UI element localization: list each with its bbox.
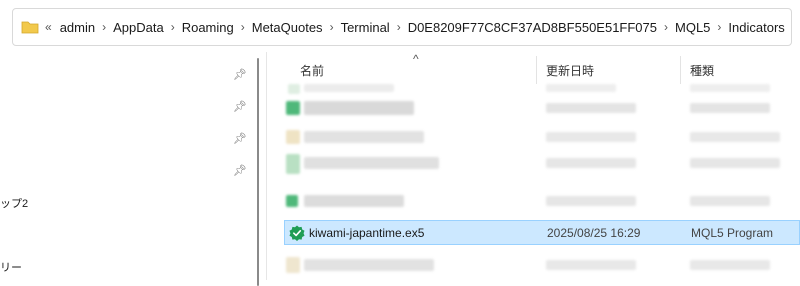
breadcrumb-terminal[interactable]: Terminal › (341, 20, 408, 35)
breadcrumb-separator-icon: › (396, 20, 401, 34)
breadcrumb-roaming[interactable]: Roaming › (182, 20, 252, 35)
navigation-pane: 📌︎ 📌︎ 📌︎ 📌︎ ップ2 リー (0, 52, 268, 280)
nav-item-label[interactable]: リー (0, 259, 22, 275)
pane-divider[interactable] (266, 52, 267, 280)
breadcrumb-appdata[interactable]: AppData › (113, 20, 182, 35)
nav-scrollbar[interactable] (257, 58, 259, 286)
verified-shield-icon (289, 225, 305, 241)
overflow-crumb-button[interactable]: « (45, 20, 52, 34)
column-header-name[interactable]: 名前 (300, 62, 324, 79)
selected-file-row[interactable]: kiwami-japantime.ex5 2025/08/25 16:29 MQ… (284, 220, 800, 245)
folder-icon (21, 21, 39, 34)
breadcrumb-separator-icon: › (329, 20, 334, 34)
breadcrumb-indicators[interactable]: Indicators (728, 20, 784, 35)
file-name: kiwami-japantime.ex5 (309, 226, 425, 240)
breadcrumb-separator-icon: › (664, 20, 668, 34)
pin-icon[interactable]: 📌︎ (233, 164, 247, 177)
file-type: MQL5 Program (691, 226, 774, 240)
breadcrumb-terminal-id[interactable]: D0E8209F77C8CF37AD8BF550E51FF075 › (408, 20, 675, 35)
file-list: ^ 名前 更新日時 種類 kiwami-japantime.ex5 2025/0… (268, 52, 800, 280)
breadcrumb-separator-icon: › (170, 20, 175, 34)
address-bar[interactable]: « admin › AppData › Roaming › MetaQuotes › T… (12, 8, 792, 46)
pin-icon[interactable]: 📌︎ (233, 132, 247, 145)
column-divider[interactable] (680, 56, 681, 84)
breadcrumb-separator-icon: › (102, 20, 107, 34)
nav-item-label[interactable]: ップ2 (0, 195, 28, 211)
sort-ascending-icon[interactable]: ^ (413, 52, 419, 66)
breadcrumb-admin[interactable]: admin › (60, 20, 113, 35)
pin-icon[interactable]: 📌︎ (233, 68, 247, 81)
column-header-date[interactable]: 更新日時 (546, 62, 594, 79)
breadcrumb-separator-icon: › (240, 20, 245, 34)
pin-icon[interactable]: 📌︎ (233, 100, 247, 113)
file-modified-date: 2025/08/25 16:29 (547, 226, 641, 240)
breadcrumb-mql5[interactable]: MQL5 › (675, 20, 728, 35)
breadcrumb-metaquotes[interactable]: MetaQuotes › (252, 20, 341, 35)
breadcrumb-separator-icon: › (717, 20, 722, 34)
column-header-type[interactable]: 種類 (690, 62, 714, 79)
column-divider[interactable] (536, 56, 537, 84)
